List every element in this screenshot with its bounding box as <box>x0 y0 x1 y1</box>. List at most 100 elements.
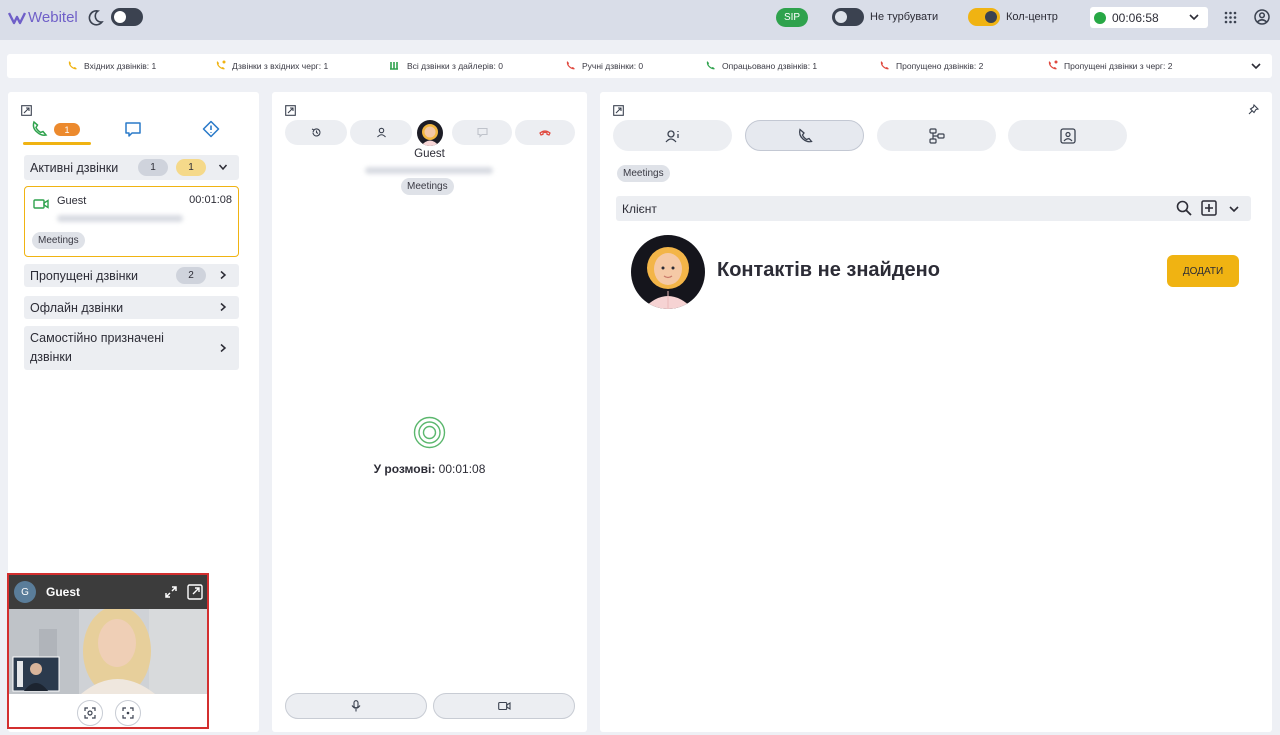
expand-icon[interactable] <box>21 105 32 116</box>
blurred-caller-number <box>57 215 183 222</box>
call-history-button[interactable] <box>285 120 347 145</box>
chat-icon <box>476 127 488 138</box>
caller-name: Guest <box>57 195 87 207</box>
chat-tab-icon[interactable] <box>124 121 142 138</box>
handled-call-icon <box>706 61 715 70</box>
guest-avatar: G <box>14 581 36 603</box>
chevron-down-icon[interactable] <box>1250 60 1262 72</box>
queue-call-icon <box>216 60 226 70</box>
client-panel: Meetings Клієнт Контактів не знайдено ДО… <box>600 92 1272 732</box>
logo-text: Webitel <box>28 9 78 26</box>
status-timer: 00:06:58 <box>1112 10 1159 25</box>
video-camera-icon <box>497 701 511 711</box>
search-icon[interactable] <box>1176 200 1192 216</box>
call-panel: Guest Meetings У розмові: 00:01:08 <box>272 92 587 732</box>
contact-placeholder-image <box>643 247 693 309</box>
stat-missed-calls: Пропущено дзвінків: 2 <box>879 60 983 71</box>
missed-calls-header[interactable]: Пропущені дзвінки 2 <box>24 264 239 287</box>
chevron-down-icon <box>1189 14 1199 21</box>
active-count-yellow-badge: 1 <box>176 159 206 176</box>
phone-icon <box>798 127 813 142</box>
stat-label: Опрацьовано дзвінків: 1 <box>722 60 818 71</box>
screenshot-button[interactable] <box>77 700 103 726</box>
call-center-label: Кол-центр <box>1006 11 1058 23</box>
mute-button[interactable] <box>285 693 427 719</box>
sip-badge: SIP <box>776 8 808 27</box>
expand-icon[interactable] <box>285 105 296 116</box>
chevron-right-icon <box>220 343 227 353</box>
blurred-caller-number <box>365 167 493 174</box>
active-calls-header[interactable]: Активні дзвінки 1 1 <box>24 155 239 180</box>
microphone-icon <box>351 700 361 712</box>
call-center-toggle[interactable] <box>968 8 1000 26</box>
active-call-card[interactable]: Guest 00:01:08 Meetings <box>24 186 239 257</box>
account-icon[interactable] <box>1254 9 1270 25</box>
pin-icon[interactable] <box>1248 104 1259 115</box>
caller-avatar <box>417 120 443 146</box>
call-timer: 00:01:08 <box>189 194 232 206</box>
remote-video-stream <box>9 609 207 694</box>
stat-label: Вхідних дзвінків: 1 <box>84 60 157 71</box>
screenshot-icon <box>84 707 96 719</box>
theme-toggle[interactable] <box>111 8 143 26</box>
video-header: G Guest <box>9 575 207 609</box>
tab-client-info[interactable] <box>613 120 732 151</box>
webitel-logo-icon <box>8 11 26 24</box>
video-widget: G Guest <box>7 573 209 729</box>
active-count-badge: 1 <box>138 159 168 176</box>
tab-media[interactable] <box>1008 120 1127 151</box>
client-info-icon <box>665 129 679 142</box>
active-calls-badge: 1 <box>54 123 80 136</box>
video-call-icon <box>33 199 49 209</box>
contact-placeholder-avatar <box>631 235 705 309</box>
apps-grid-icon[interactable] <box>1224 11 1237 24</box>
queue-tag: Meetings <box>401 178 454 195</box>
hangup-button[interactable] <box>515 120 575 145</box>
logo: Webitel <box>8 9 78 26</box>
active-calls-label: Активні дзвінки <box>30 160 119 175</box>
calls-tab-phone-icon[interactable] <box>30 120 48 138</box>
person-icon <box>376 127 386 138</box>
self-assigned-label-line1: Самостійно призначені <box>30 331 164 345</box>
remote-video-image <box>9 609 207 694</box>
stat-label: Пропущено дзвінків: 2 <box>896 60 984 71</box>
focus-button[interactable] <box>115 700 141 726</box>
history-icon <box>311 128 320 137</box>
tab-flow[interactable] <box>877 120 996 151</box>
offline-calls-header[interactable]: Офлайн дзвінки <box>24 296 239 319</box>
video-toggle-button[interactable] <box>433 693 575 719</box>
queue-tag: Meetings <box>617 165 670 182</box>
status-online-dot <box>1094 11 1106 24</box>
stat-manual-calls: Ручні дзвінки: 0 <box>565 60 643 71</box>
expand-icon[interactable] <box>613 105 624 116</box>
tasks-tab-icon[interactable] <box>202 120 220 138</box>
self-assigned-calls-header[interactable]: Самостійно призначені дзвінки <box>24 326 239 370</box>
missed-call-icon <box>880 61 889 70</box>
incoming-call-icon <box>68 61 77 70</box>
dialer-icon <box>390 62 398 70</box>
chat-button[interactable] <box>452 120 512 145</box>
add-contact-icon[interactable] <box>1201 200 1217 216</box>
fullscreen-icon[interactable] <box>164 585 178 599</box>
video-guest-name: Guest <box>46 585 81 599</box>
focus-icon <box>122 707 134 719</box>
client-section-header: Клієнт <box>616 196 1251 221</box>
active-tab-indicator <box>23 142 91 145</box>
agent-status-select[interactable]: 00:06:58 <box>1090 7 1208 28</box>
add-contact-button[interactable]: ДОДАТИ <box>1167 255 1239 287</box>
stat-label: Всі дзвінки з дайлерів: 0 <box>407 60 503 71</box>
offline-calls-label: Офлайн дзвінки <box>30 300 124 315</box>
missed-count-badge: 2 <box>176 267 206 284</box>
do-not-disturb-toggle[interactable] <box>832 8 864 26</box>
chevron-down-icon[interactable] <box>1228 203 1240 215</box>
stat-missed-queue-calls: Пропущені дзвінки з черг: 2 <box>1047 60 1172 71</box>
contact-button[interactable] <box>350 120 412 145</box>
call-active-icon <box>413 416 446 449</box>
night-mode-icon[interactable] <box>88 9 104 27</box>
hangup-icon <box>539 129 551 136</box>
manual-call-icon <box>566 61 575 70</box>
popout-icon[interactable] <box>187 584 203 600</box>
tab-call[interactable] <box>745 120 864 151</box>
stat-handled-calls: Опрацьовано дзвінків: 1 <box>705 60 817 71</box>
stat-queue-calls: Дзвінки з вхідних черг: 1 <box>215 60 328 71</box>
